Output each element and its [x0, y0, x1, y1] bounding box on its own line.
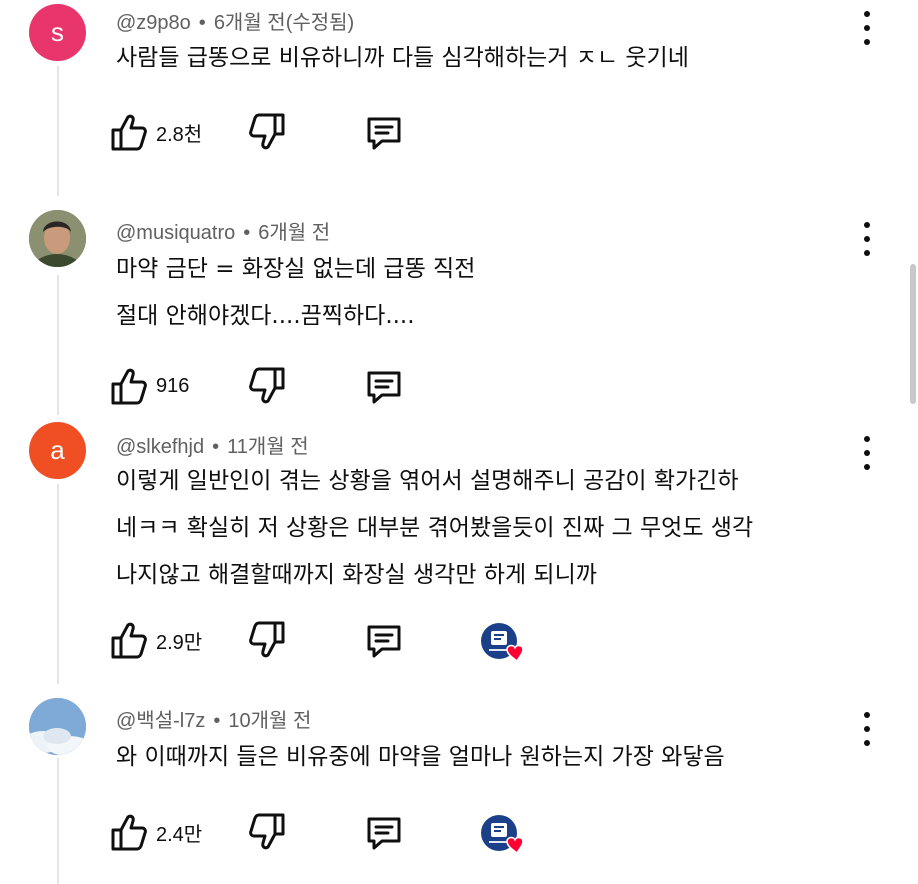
comment-actions: 916: [110, 364, 710, 408]
scrollbar-thumb[interactable]: [910, 264, 916, 404]
comment-author[interactable]: @musiquatro: [116, 222, 235, 244]
comment-actions: 2.9만: [110, 618, 710, 663]
dislike-button[interactable]: [248, 618, 286, 662]
like-button[interactable]: 2.4만: [110, 810, 202, 854]
comment-menu-button[interactable]: [856, 712, 878, 746]
comment: a @slkefhjd • 11개월 전 이렇게 일반인이 겪는 상황을 엮어서 설…: [0, 422, 918, 690]
comment-time[interactable]: 10개월 전: [228, 710, 311, 732]
avatar-letter: a: [50, 435, 65, 465]
thumbs-down-icon: [249, 813, 285, 850]
comment-line: 이렇게 일반인이 겪는 상황을 엮어서 설명해주니 공감이 확가긴하: [116, 468, 739, 494]
avatar-photo: [29, 210, 86, 267]
comment-meta: @slkefhjd • 11개월 전: [116, 430, 309, 459]
comment-time[interactable]: 6개월 전: [258, 222, 330, 244]
like-button[interactable]: 2.9만: [110, 618, 202, 662]
reply-button[interactable]: [364, 618, 404, 662]
comment-line: 사람들 급똥으로 비유하니까 다들 심각해하는거 ㅈㄴ 웃기네: [116, 45, 689, 71]
like-button[interactable]: 2.8천: [110, 110, 202, 154]
comment: @백설-l7z • 10개월 전 와 이때까지 들은 비유중에 마약을 얼마나 원하…: [0, 698, 918, 884]
comment-author[interactable]: @slkefhjd: [116, 436, 204, 458]
more-vert-icon: [864, 712, 870, 718]
like-count: 916: [156, 374, 190, 397]
creator-heart-badge: [480, 622, 526, 663]
comment-time[interactable]: 11개월 전: [227, 436, 309, 458]
comment-actions: 2.4만: [110, 810, 710, 855]
comment-line: 네ㅋㅋ 확실히 저 상황은 대부분 겪어봤을듯이 진짜 그 무엇도 생각: [116, 515, 754, 541]
comment-meta: @musiquatro • 6개월 전: [116, 216, 330, 245]
comment-time[interactable]: 6개월 전(수정됨): [214, 12, 354, 34]
avatar[interactable]: a: [29, 422, 86, 479]
dislike-button[interactable]: [248, 810, 286, 854]
comment: s @z9p8o • 6개월 전(수정됨) 사람들 급똥으로 비유하니까 다들 심각…: [0, 0, 918, 200]
creator-heart-badge: [480, 814, 526, 855]
thumbs-down-icon: [249, 113, 285, 150]
like-button[interactable]: 916: [110, 364, 189, 408]
comment-text: 사람들 급똥으로 비유하니까 다들 심각해하는거 ㅈㄴ 웃기네: [116, 35, 856, 82]
reply-button[interactable]: [364, 110, 404, 154]
avatar[interactable]: [29, 210, 86, 267]
dislike-button[interactable]: [248, 364, 286, 408]
creator-heart-icon: [481, 623, 524, 663]
comment-text: 와 이때까지 들은 비유중에 마약을 얼마나 원하는지 가장 와닿음: [116, 734, 856, 781]
like-count: 2.8천: [156, 123, 203, 146]
meta-separator: •: [243, 222, 251, 244]
thumbs-up-icon: [111, 814, 147, 851]
reply-icon: [367, 117, 401, 150]
reply-button[interactable]: [364, 364, 404, 408]
like-count: 2.4만: [156, 823, 203, 846]
avatar-letter: s: [51, 17, 64, 47]
thumbs-down-icon: [249, 621, 285, 658]
like-count: 2.9만: [156, 631, 203, 654]
dislike-button[interactable]: [248, 110, 286, 154]
thumbs-up-icon: [111, 368, 147, 405]
meta-separator: •: [213, 710, 221, 732]
comment-meta: @백설-l7z • 10개월 전: [116, 704, 311, 733]
thumbs-down-icon: [249, 367, 285, 404]
reply-icon: [367, 371, 401, 404]
more-vert-icon: [864, 11, 870, 17]
comment-line: 절대 안해야겠다....끔찍하다....: [116, 303, 415, 329]
meta-separator: •: [198, 12, 206, 34]
thumbs-up-icon: [111, 114, 147, 151]
meta-separator: •: [212, 436, 220, 458]
comment-meta: @z9p8o • 6개월 전(수정됨): [116, 6, 354, 35]
comment: @musiquatro • 6개월 전 마약 금단 = 화장실 없는데 급똥 직전 …: [0, 210, 918, 420]
comment-line: 와 이때까지 들은 비유중에 마약을 얼마나 원하는지 가장 와닿음: [116, 744, 725, 770]
comment-actions: 2.8천: [110, 110, 710, 154]
reply-button[interactable]: [364, 810, 404, 854]
comment-menu-button[interactable]: [856, 11, 878, 45]
more-vert-icon: [864, 436, 870, 442]
comment-text: 마약 금단 = 화장실 없는데 급똥 직전 절대 안해야겠다....끔찍하다..…: [116, 246, 856, 340]
comment-line: 나지않고 해결할때까지 화장실 생각만 하게 되니까: [116, 562, 597, 588]
thumbs-up-icon: [111, 622, 147, 659]
comment-menu-button[interactable]: [856, 222, 878, 256]
avatar[interactable]: s: [29, 4, 86, 61]
reply-icon: [367, 817, 401, 850]
avatar[interactable]: [29, 698, 86, 755]
reply-icon: [367, 625, 401, 658]
creator-heart-icon: [481, 815, 524, 855]
avatar-photo: [29, 698, 86, 755]
comment-line: 마약 금단 = 화장실 없는데 급똥 직전: [116, 256, 476, 282]
comment-text: 이렇게 일반인이 겪는 상황을 엮어서 설명해주니 공감이 확가긴하 네ㅋㅋ 확…: [116, 458, 856, 599]
comment-author[interactable]: @z9p8o: [116, 12, 191, 34]
more-vert-icon: [864, 222, 870, 228]
comment-menu-button[interactable]: [856, 436, 878, 470]
comment-author[interactable]: @백설-l7z: [116, 710, 205, 732]
